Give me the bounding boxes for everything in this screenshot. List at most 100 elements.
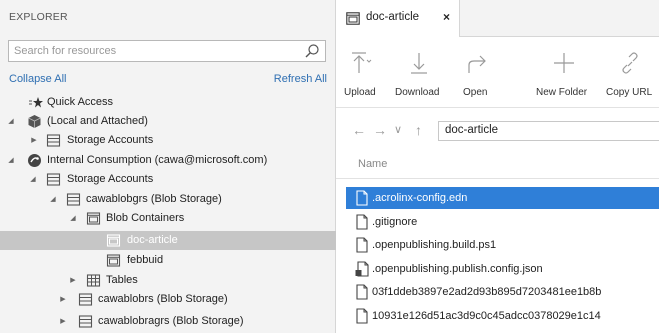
file-row[interactable]: .acrolinx-config.edn: [346, 187, 659, 209]
download-button[interactable]: Download: [392, 41, 446, 103]
tree-item-label: Storage Accounts: [67, 173, 154, 185]
file-icon: [356, 237, 368, 253]
refresh-all-link[interactable]: Refresh All: [274, 73, 327, 85]
tree-item-label: Tables: [106, 274, 138, 286]
tree-item-quick-access[interactable]: Quick Access: [0, 93, 336, 112]
file-row[interactable]: .openpublishing.publish.config.json: [346, 258, 659, 280]
up-arrow-icon[interactable]: ↑: [415, 122, 422, 138]
tree-item-storage-accounts[interactable]: ◢ Storage Accounts: [0, 170, 336, 189]
subscription-icon: [28, 154, 41, 167]
tree-item-cawablobgrs[interactable]: ◢ cawablobgrs (Blob Storage): [0, 190, 336, 209]
list-header: Name: [336, 150, 659, 179]
download-label: Download: [395, 87, 440, 98]
file-row[interactable]: .gitignore: [346, 211, 659, 233]
column-header-name[interactable]: Name: [358, 158, 387, 170]
storage-account-icon: [66, 193, 81, 206]
download-icon: [411, 53, 427, 74]
tree-item-label: Storage Accounts: [67, 134, 154, 146]
tab-label: doc-article: [366, 11, 420, 23]
path-text: doc-article: [445, 124, 499, 136]
expand-arrow-icon[interactable]: ◢: [28, 170, 38, 189]
expand-arrow-icon[interactable]: ◢: [48, 190, 58, 209]
tree-item-local-attached[interactable]: ◢ (Local and Attached): [0, 112, 336, 131]
collapse-arrow-icon[interactable]: ▶: [58, 290, 68, 309]
tree-item-blob-containers[interactable]: ◢ Blob Containers: [0, 209, 336, 228]
tab-bar: doc-article ×: [336, 0, 659, 37]
new-folder-button[interactable]: New Folder: [536, 41, 594, 103]
tree-item-label: cawablobrs (Blob Storage): [98, 293, 228, 305]
tables-icon: [86, 274, 101, 287]
forward-arrow-icon[interactable]: →: [373, 122, 387, 138]
file-icon: [356, 308, 368, 324]
file-icon: [356, 284, 368, 300]
open-label: Open: [463, 87, 488, 98]
link-icon: [622, 52, 638, 74]
tree-item-cawablobrs[interactable]: ▶ cawablobrs (Blob Storage): [0, 290, 336, 309]
search-box[interactable]: [8, 40, 326, 62]
quick-access-icon: [29, 97, 43, 108]
file-icon: [356, 214, 368, 230]
upload-button[interactable]: Upload: [344, 41, 384, 103]
open-icon: [468, 55, 486, 73]
upload-icon: [352, 52, 372, 73]
address-bar: ← → ∨ ↑ doc-article: [336, 118, 659, 144]
path-field[interactable]: doc-article: [438, 121, 659, 141]
tree-item-label: doc-article: [127, 234, 178, 246]
tree-item-label: cawablobragrs (Blob Storage): [98, 315, 244, 327]
file-name: 03f1ddeb3897e2ad2d93b895d7203481ee1b8b: [372, 286, 602, 298]
expand-arrow-icon[interactable]: ◢: [6, 151, 16, 170]
chevron-down-icon[interactable]: ∨: [394, 122, 402, 138]
collapse-arrow-icon[interactable]: ▶: [58, 312, 68, 331]
tab-doc-article[interactable]: doc-article ×: [336, 0, 460, 37]
expand-arrow-icon[interactable]: ◢: [6, 112, 16, 131]
file-name: .openpublishing.publish.config.json: [372, 263, 543, 275]
file-name: .openpublishing.build.ps1: [372, 239, 497, 251]
file-name: .gitignore: [372, 216, 418, 228]
tree-item-label: Quick Access: [47, 96, 114, 108]
tree-item-label: Internal Consumption (cawa@microsoft.com…: [47, 154, 268, 166]
container-view: doc-article × Upload Download Open New F…: [336, 0, 659, 333]
tree-item-storage-accounts-local[interactable]: ▶ Storage Accounts: [0, 131, 336, 150]
tree-item-cawablobragrs[interactable]: ▶ cawablobragrs (Blob Storage): [0, 312, 336, 331]
open-button[interactable]: Open: [461, 41, 495, 103]
expand-arrow-icon[interactable]: ◢: [68, 209, 78, 228]
blob-containers-icon: [86, 212, 101, 225]
tree-item-doc-article[interactable]: doc-article: [0, 231, 336, 250]
file-name: .acrolinx-config.edn: [372, 192, 468, 204]
copy-url-button[interactable]: Copy URL: [605, 41, 659, 103]
file-name: 10931e126d51ac3d9c0c45adcc0378029e1c14: [372, 310, 601, 322]
storage-accounts-icon: [46, 134, 61, 147]
tree-item-febbuid[interactable]: febbuid: [0, 251, 336, 270]
container-icon: [106, 254, 121, 267]
explorer-pane: EXPLORER Collapse All Refresh All Quick …: [0, 0, 336, 333]
search-icon[interactable]: [304, 43, 320, 59]
plus-icon: [554, 53, 574, 73]
back-arrow-icon[interactable]: ←: [352, 122, 366, 138]
json-file-icon: [355, 261, 369, 277]
file-row[interactable]: 10931e126d51ac3d9c0c45adcc0378029e1c14: [346, 305, 659, 327]
toolbar: Upload Download Open New Folder Copy URL: [336, 37, 659, 108]
tree-item-internal-consumption[interactable]: ◢ Internal Consumption (cawa@microsoft.c…: [0, 151, 336, 170]
search-input[interactable]: [9, 41, 309, 61]
tree-item-tables[interactable]: ▶ Tables: [0, 271, 336, 290]
storage-account-icon: [78, 315, 93, 328]
storage-account-icon: [78, 293, 93, 306]
file-icon: [356, 190, 368, 206]
collapse-all-link[interactable]: Collapse All: [9, 73, 66, 85]
tree-item-label: Blob Containers: [106, 212, 185, 224]
upload-label: Upload: [344, 87, 376, 98]
container-icon: [106, 234, 121, 247]
collapse-arrow-icon[interactable]: ▶: [68, 271, 78, 290]
storage-accounts-icon: [46, 173, 61, 186]
file-row[interactable]: .openpublishing.build.ps1: [346, 234, 659, 256]
tree-item-label: febbuid: [127, 254, 164, 266]
explorer-title: EXPLORER: [9, 11, 68, 23]
file-row[interactable]: 03f1ddeb3897e2ad2d93b895d7203481ee1b8b: [346, 281, 659, 303]
close-icon[interactable]: ×: [443, 10, 450, 24]
tree-item-label: cawablobgrs (Blob Storage): [86, 193, 222, 205]
copy-url-label: Copy URL: [606, 87, 653, 98]
collapse-arrow-icon[interactable]: ▶: [29, 131, 39, 150]
new-folder-label: New Folder: [536, 87, 588, 98]
local-box-icon: [28, 115, 41, 128]
container-icon: [346, 12, 360, 25]
